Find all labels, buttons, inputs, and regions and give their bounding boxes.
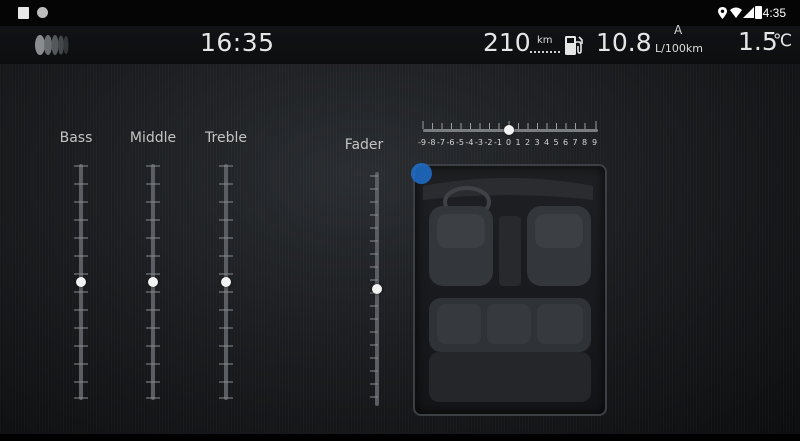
balance-tick-label: -3 — [475, 138, 483, 147]
bottom-edge — [0, 434, 800, 441]
info-bar: 16:35 210 km 10.8 A L/100km 1.5 ℃ — [0, 23, 800, 65]
temperature-value: 1.5 — [738, 27, 778, 56]
audio-settings-panel — [0, 64, 800, 434]
balance-tick-label: 4 — [544, 138, 550, 147]
notification-dot-icon — [37, 7, 48, 18]
balance-tick-label: 6 — [563, 138, 569, 147]
range-unit: km — [537, 35, 553, 46]
balance-tick-label: 3 — [534, 138, 540, 147]
balance-tick-label: -8 — [427, 138, 436, 147]
balance-tick-label: -5 — [456, 138, 464, 147]
temperature-unit: ℃ — [773, 31, 793, 51]
balance-tick-label: 5 — [553, 138, 559, 147]
balance-tick-label: -2 — [484, 138, 493, 147]
balance-tick-label: -4 — [465, 138, 474, 147]
balance-slider-knob[interactable] — [504, 125, 514, 135]
treble-slider-knob[interactable] — [221, 277, 231, 287]
tire-logo-icon — [35, 35, 69, 55]
seat-position-pad[interactable] — [413, 164, 607, 416]
bass-label: Bass — [59, 130, 93, 146]
middle-label: Middle — [129, 130, 177, 146]
balance-tick-label: 1 — [515, 138, 521, 147]
bass-slider-knob[interactable] — [76, 277, 86, 287]
status-time: 4:35 — [762, 6, 786, 20]
location-icon — [718, 7, 727, 19]
fader-slider-knob[interactable] — [372, 284, 382, 294]
sound-focus-point[interactable] — [411, 163, 432, 184]
balance-tick-label: 7 — [572, 138, 578, 147]
signal-icon — [743, 7, 754, 18]
balance-tick-label: 8 — [582, 138, 588, 147]
balance-scale: -9 -8 -7 -6 -5 -4 -3 -2 -1 0 1 2 3 4 5 6… — [418, 138, 604, 150]
range-value: 210 — [483, 28, 531, 57]
fader-label: Fader — [344, 137, 384, 153]
middle-slider-knob[interactable] — [148, 277, 158, 287]
clock: 16:35 — [200, 28, 275, 57]
car-interior-icon — [423, 178, 593, 402]
consumption-value: 10.8 — [596, 28, 652, 57]
sd-card-icon — [18, 7, 29, 19]
treble-label: Treble — [205, 130, 247, 146]
balance-tick-label: -7 — [437, 138, 445, 147]
balance-tick-label: 9 — [592, 138, 598, 147]
consumption-unit: L/100km — [655, 42, 703, 55]
balance-tick-label: -1 — [494, 138, 502, 147]
battery-icon — [755, 6, 762, 19]
balance-tick-label: -6 — [446, 138, 455, 147]
range-underline — [530, 51, 560, 53]
fuel-pump-icon — [565, 36, 583, 55]
wifi-icon — [730, 7, 742, 18]
consumption-mode: A — [674, 23, 683, 37]
balance-tick-label: 0 — [506, 138, 512, 147]
balance-tick-label: -9 — [418, 138, 426, 147]
balance-tick-label: 2 — [525, 138, 531, 147]
